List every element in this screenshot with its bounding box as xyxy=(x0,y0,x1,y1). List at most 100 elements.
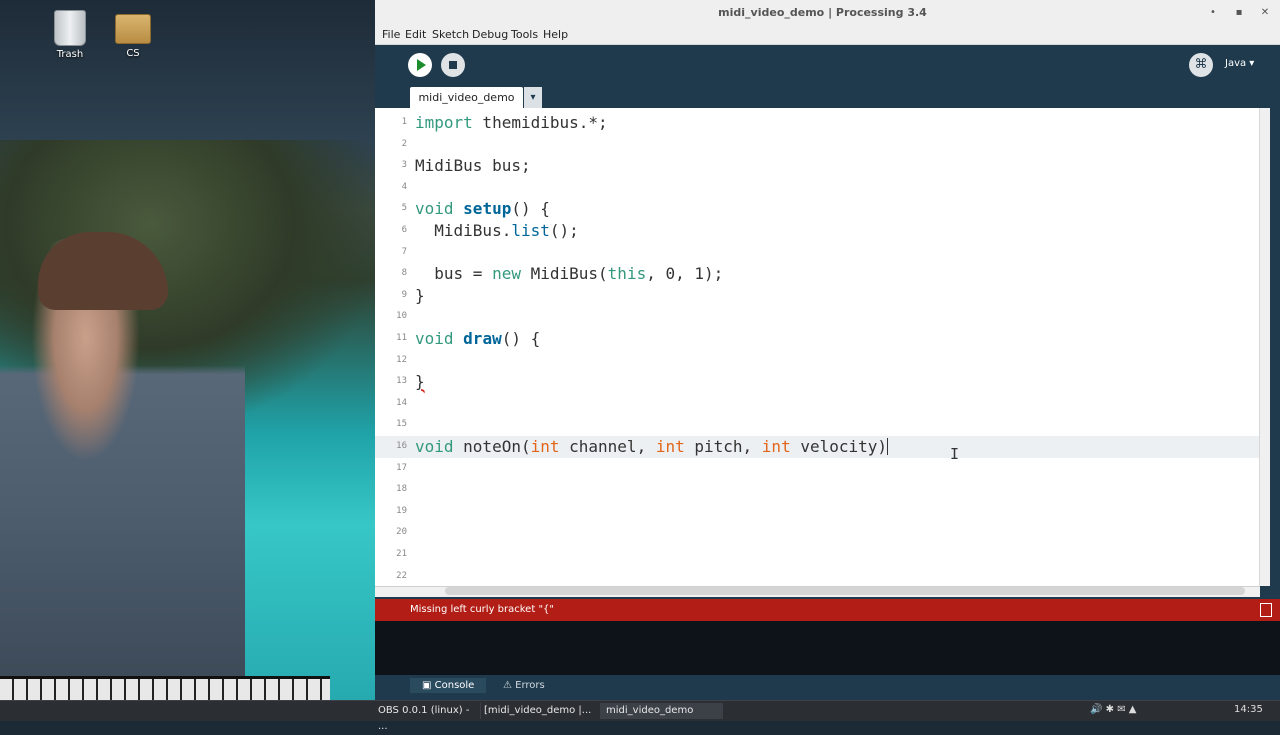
line-number: 14 xyxy=(396,397,407,408)
run-button[interactable] xyxy=(408,53,432,77)
window-title: midi_video_demo | Processing 3.4 xyxy=(718,6,927,19)
maximize-icon[interactable]: ▪ xyxy=(1231,5,1247,21)
code-line[interactable]: 17 xyxy=(375,458,1259,480)
console-icon: ▣ xyxy=(422,680,435,691)
desktop-icon-cs[interactable]: CS xyxy=(103,10,163,59)
desktop-icon-label: Trash xyxy=(56,49,84,60)
code-text: void setup() { xyxy=(415,199,550,219)
line-number: 5 xyxy=(401,203,407,214)
code-line[interactable]: 19 xyxy=(375,501,1259,523)
code-text: void noteOn(int channel, int pitch, int … xyxy=(415,437,889,456)
horizontal-scroll-thumb[interactable] xyxy=(445,587,1245,595)
line-number: 3 xyxy=(401,160,407,171)
taskbar-item-sketch[interactable]: midi_video_demo xyxy=(600,703,723,719)
tab-midi-video-demo[interactable]: midi_video_demo xyxy=(410,87,523,108)
line-number: 15 xyxy=(396,419,407,430)
line-number: 22 xyxy=(396,570,407,581)
title-bar[interactable]: midi_video_demo | Processing 3.4 • ▪ ✕ xyxy=(375,0,1280,27)
desktop-icon-trash[interactable]: Trash xyxy=(40,10,100,60)
system-tray-icons[interactable]: 🔊 ✱ ✉ ▲ xyxy=(1090,704,1136,715)
code-line[interactable]: 11 void draw() { xyxy=(375,328,1259,350)
error-status-bar: Missing left curly bracket "{" xyxy=(375,599,1280,621)
code-line[interactable]: 5 void setup() { xyxy=(375,198,1259,220)
line-number: 18 xyxy=(396,484,407,495)
desktop-background: Trash CS xyxy=(0,0,375,700)
line-number: 13 xyxy=(396,376,407,387)
tab-menu-button[interactable]: ▾ xyxy=(524,87,542,108)
code-line[interactable]: 8 bus = new MidiBus(this, 0, 1); xyxy=(375,263,1259,285)
line-number: 2 xyxy=(401,138,407,149)
code-line[interactable]: 3 MidiBus bus; xyxy=(375,155,1259,177)
line-number: 4 xyxy=(401,181,407,192)
menu-debug[interactable]: Debug xyxy=(472,28,508,41)
menu-help[interactable]: Help xyxy=(543,28,568,41)
console-tab-bar: ▣ Console ⚠ Errors xyxy=(375,675,1280,700)
line-number: 1 xyxy=(401,117,407,127)
line-number: 9 xyxy=(401,289,407,300)
code-text: bus = new MidiBus(this, 0, 1); xyxy=(415,264,724,284)
tab-errors[interactable]: ⚠ Errors xyxy=(503,680,545,691)
trash-icon xyxy=(54,10,86,46)
line-number: 7 xyxy=(401,246,407,257)
minimize-icon[interactable]: • xyxy=(1205,5,1221,21)
code-text: } xyxy=(415,372,425,392)
line-number: 6 xyxy=(401,225,407,235)
line-number: 21 xyxy=(396,549,407,559)
menu-tools[interactable]: Tools xyxy=(511,28,538,41)
console-area[interactable] xyxy=(375,621,1280,675)
desktop-icon-label: CS xyxy=(126,48,140,59)
taskbar: OBS 0.0.1 (linux) - ... [midi_video_demo… xyxy=(0,700,1280,732)
taskbar-item-obs[interactable]: OBS 0.0.1 (linux) - ... xyxy=(372,703,481,732)
code-line[interactable]: 4 xyxy=(375,177,1259,199)
code-text: MidiBus.list(); xyxy=(415,221,579,240)
mode-selector[interactable]: Java ▾ xyxy=(1225,58,1254,69)
code-line[interactable]: 20 xyxy=(375,522,1259,544)
folder-icon xyxy=(115,14,151,44)
code-line[interactable]: 7 xyxy=(375,242,1259,264)
code-line[interactable]: 2 xyxy=(375,134,1259,156)
processing-window: midi_video_demo | Processing 3.4 • ▪ ✕ F… xyxy=(375,0,1280,700)
clock: 14:35 xyxy=(1234,704,1263,715)
code-line[interactable]: 12 xyxy=(375,350,1259,372)
line-number: 12 xyxy=(396,354,407,365)
code-text: MidiBus bus; xyxy=(415,156,531,176)
code-line[interactable]: 22 xyxy=(375,566,1259,586)
code-line[interactable]: 6 MidiBus.list(); xyxy=(375,220,1259,242)
code-line[interactable]: 21 xyxy=(375,544,1259,566)
line-number: 17 xyxy=(396,462,407,473)
code-text: } xyxy=(415,285,425,305)
close-icon[interactable]: ✕ xyxy=(1257,5,1273,21)
code-line[interactable]: 14 xyxy=(375,393,1259,415)
menu-sketch[interactable]: Sketch xyxy=(432,28,469,41)
line-number: 8 xyxy=(401,268,407,279)
text-caret xyxy=(887,438,889,455)
code-line[interactable]: 13} xyxy=(375,371,1259,393)
debugger-icon[interactable]: ⌘ xyxy=(1189,53,1213,77)
code-line[interactable]: 15 xyxy=(375,414,1259,436)
line-number: 10 xyxy=(396,311,407,322)
code-line[interactable]: 10 xyxy=(375,306,1259,328)
status-message: Missing left curly bracket "{" xyxy=(410,604,554,615)
stop-button[interactable] xyxy=(441,53,465,77)
line-number: 11 xyxy=(396,333,407,343)
tab-console[interactable]: ▣ Console xyxy=(410,678,487,693)
line-number: 19 xyxy=(396,505,407,516)
line-number: 16 xyxy=(396,441,407,451)
taskbar-item-processing-window[interactable]: [midi_video_demo |... xyxy=(478,703,601,719)
code-line[interactable]: 1 import themidibus.*; xyxy=(375,112,1259,134)
code-text: import themidibus.*; xyxy=(415,113,608,132)
menu-file[interactable]: File xyxy=(382,28,400,41)
line-number: 20 xyxy=(396,527,407,538)
vertical-scrollbar[interactable] xyxy=(1259,108,1270,586)
menu-edit[interactable]: Edit xyxy=(405,28,426,41)
code-line[interactable]: 9} xyxy=(375,285,1259,307)
code-editor[interactable]: 1 import themidibus.*; 2 3 MidiBus bus; 4 5 voi… xyxy=(375,108,1270,586)
console-toggle-icon[interactable] xyxy=(1260,603,1272,617)
code-text: void draw() { xyxy=(415,329,541,348)
text-cursor-icon: I xyxy=(950,445,960,463)
code-line[interactable]: 18 xyxy=(375,479,1259,501)
menu-bar: File Edit Sketch Debug Tools Help xyxy=(375,26,1280,45)
midi-keyboard xyxy=(0,676,330,700)
code-line[interactable]: 16 void noteOn(int channel, int pitch, in… xyxy=(375,436,1259,458)
warning-icon: ⚠ xyxy=(503,680,516,691)
